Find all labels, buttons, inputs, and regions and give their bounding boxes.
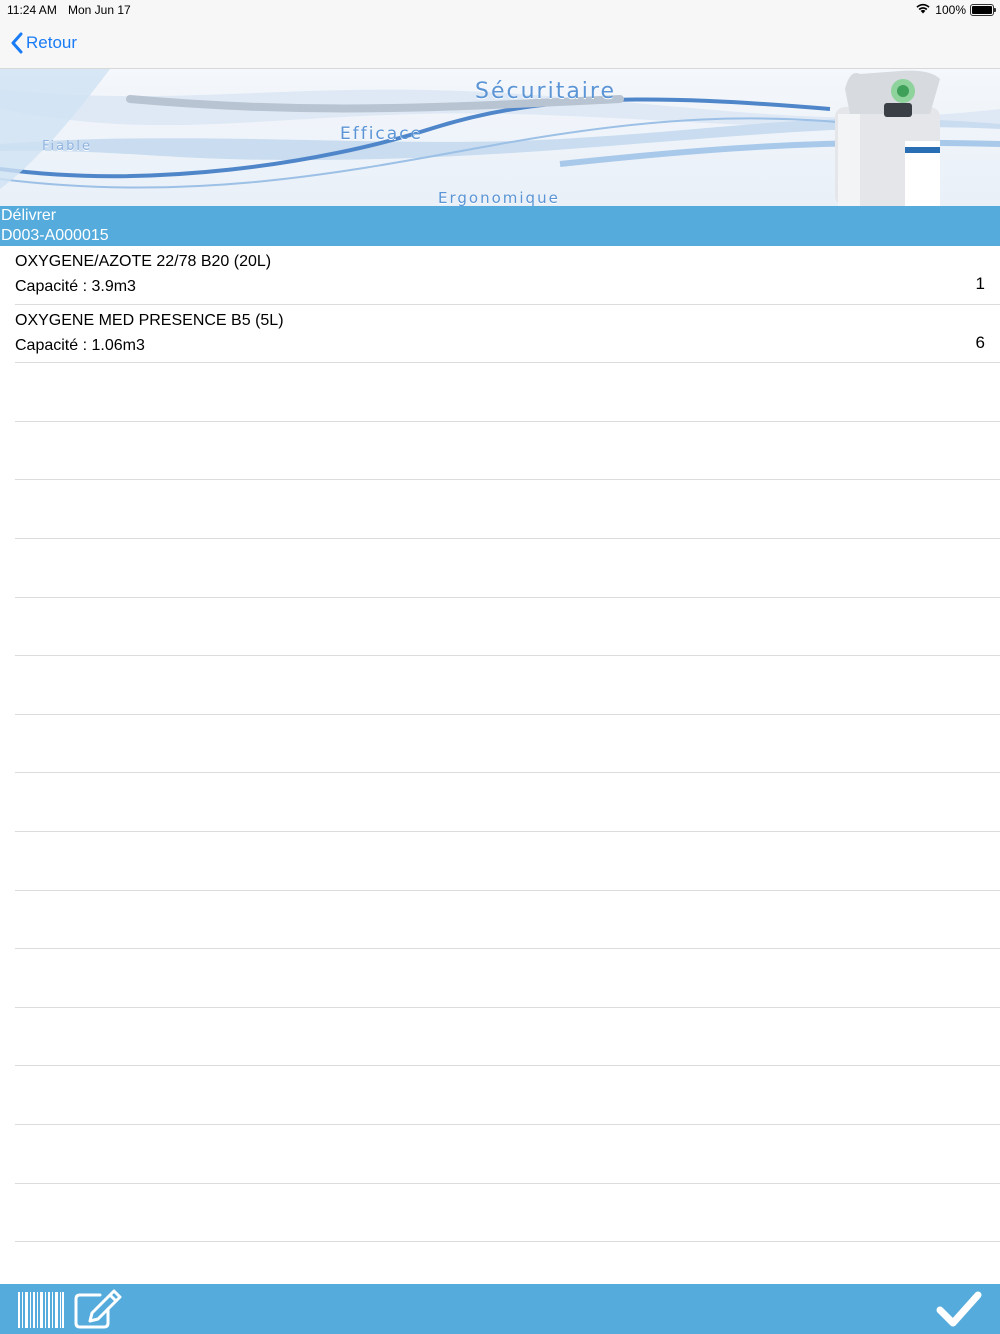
item-capacity: Capacité : 1.06m3 — [15, 336, 145, 354]
banner-word-efficace: Efficace — [340, 124, 424, 144]
empty-row — [15, 891, 1000, 950]
item-quantity: 1 — [975, 274, 985, 293]
battery-icon — [970, 3, 996, 16]
chevron-left-icon — [11, 32, 23, 54]
empty-row — [15, 539, 1000, 598]
back-label: Retour — [26, 33, 78, 52]
status-date: Mon Jun 17 — [68, 3, 131, 17]
status-time: 11:24 AM — [7, 3, 57, 17]
empty-row — [15, 656, 1000, 715]
item-quantity: 6 — [975, 332, 985, 352]
empty-row — [15, 1184, 1000, 1243]
section-header: Délivrer D003-A000015 — [0, 206, 1000, 246]
list-item[interactable]: OXYGENE MED PRESENCE B5 (5L) Capacité : … — [15, 305, 1000, 364]
empty-row — [15, 363, 1000, 422]
battery-percent: 100% — [935, 2, 966, 17]
banner-image: Sécuritaire Efficace Fiable Ergonomique — [0, 69, 1000, 206]
bottom-toolbar — [0, 1284, 1000, 1334]
empty-row — [15, 773, 1000, 832]
empty-row — [15, 598, 1000, 657]
item-title: OXYGENE MED PRESENCE B5 (5L) — [15, 311, 284, 329]
back-button[interactable]: Retour — [10, 32, 77, 54]
empty-row — [15, 949, 1000, 1008]
banner-word-fiable: Fiable — [42, 139, 92, 154]
section-title: Délivrer — [1, 207, 57, 224]
wifi-icon — [915, 2, 931, 17]
barcode-icon — [18, 1292, 64, 1328]
validate-button[interactable] — [936, 1290, 982, 1333]
empty-row — [15, 1008, 1000, 1067]
item-capacity: Capacité : 3.9m3 — [15, 278, 136, 295]
checkmark-icon — [936, 1291, 982, 1327]
banner-word-securitaire: Sécuritaire — [475, 79, 617, 104]
battery-fill — [972, 5, 992, 14]
banner-word-ergonomique: Ergonomique — [438, 189, 560, 206]
empty-row — [15, 1125, 1000, 1184]
empty-row — [15, 715, 1000, 774]
barcode-scan-button[interactable] — [18, 1292, 64, 1333]
empty-row — [15, 480, 1000, 539]
status-bar: 11:24 AM Mon Jun 17 100% — [0, 0, 1000, 20]
pencil-edit-icon — [74, 1289, 122, 1329]
delivery-list: OXYGENE/AZOTE 22/78 B20 (20L) Capacité :… — [0, 246, 1000, 1301]
list-item[interactable]: OXYGENE/AZOTE 22/78 B20 (20L) Capacité :… — [15, 246, 1000, 305]
empty-row — [15, 422, 1000, 481]
empty-row — [15, 832, 1000, 891]
gas-cylinder — [835, 70, 940, 206]
navigation-bar: Retour — [0, 20, 1000, 69]
empty-row — [15, 1066, 1000, 1125]
edit-button[interactable] — [74, 1289, 124, 1334]
item-title: OXYGENE/AZOTE 22/78 B20 (20L) — [15, 253, 272, 270]
status-right: 100% — [915, 2, 996, 17]
section-code: D003-A000015 — [1, 227, 109, 244]
